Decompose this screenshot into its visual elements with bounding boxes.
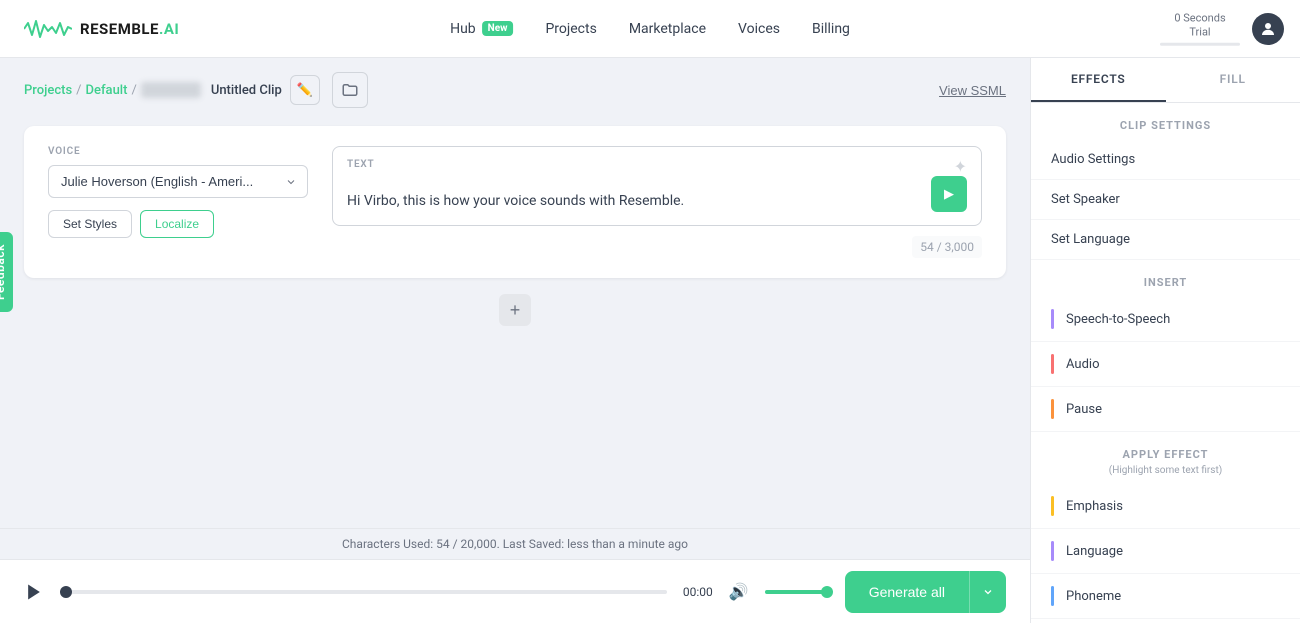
text-label: TEXT (347, 159, 967, 170)
time-display: 00:00 (683, 585, 713, 599)
breadcrumb-clip-name: Untitled Clip (211, 83, 282, 98)
generate-btn-wrapper: Generate all (845, 571, 1006, 613)
play-button[interactable] (24, 582, 44, 602)
settings-items-list: Audio Settings Set Speaker Set Language (1031, 140, 1300, 260)
trial-bar (1160, 43, 1240, 46)
emphasis-accent (1051, 496, 1054, 516)
volume-icon[interactable]: 🔊 (729, 582, 749, 601)
text-content[interactable]: Hi Virbo, this is how your voice sounds … (347, 191, 919, 212)
text-box: TEXT ✦ Hi Virbo, this is how your voice … (332, 146, 982, 226)
progress-thumb (60, 586, 72, 598)
insert-title: INSERT (1031, 260, 1300, 297)
voice-label: VOICE (48, 146, 308, 157)
trial-info: 0 Seconds Trial (1160, 11, 1240, 46)
breadcrumb-sep2: / (131, 83, 136, 98)
nav-hub[interactable]: Hub New (450, 21, 513, 37)
folder-button[interactable] (332, 72, 368, 108)
panel-item-language[interactable]: Language (1031, 529, 1300, 574)
nav-projects[interactable]: Projects (545, 21, 596, 37)
breadcrumb-left: Projects / Default / Untitled Clip ✏️ (24, 72, 368, 108)
nav-voices[interactable]: Voices (738, 21, 780, 37)
tab-fill[interactable]: FILL (1166, 58, 1300, 102)
user-avatar[interactable] (1252, 13, 1284, 45)
phoneme-accent (1051, 586, 1054, 606)
logo-wave-icon (24, 17, 72, 41)
breadcrumb: Projects / Default / Untitled Clip (24, 82, 282, 98)
scroll-area: VOICE Julie Hoverson (English - Ameri...… (0, 122, 1030, 528)
panel-item-audio[interactable]: Audio (1031, 342, 1300, 387)
volume-track[interactable] (765, 590, 829, 594)
breadcrumb-blurred (141, 82, 201, 98)
status-bar: Characters Used: 54 / 20,000. Last Saved… (0, 528, 1030, 559)
clip-top: VOICE Julie Hoverson (English - Ameri...… (48, 146, 982, 258)
panel-item-set-language[interactable]: Set Language (1031, 220, 1300, 260)
main-wrapper: Projects / Default / Untitled Clip ✏️ Vi… (0, 58, 1300, 623)
breadcrumb-bar: Projects / Default / Untitled Clip ✏️ Vi… (0, 58, 1030, 122)
audio-accent (1051, 354, 1054, 374)
logo: RESEMBLE.AI (24, 17, 179, 41)
logo-text: RESEMBLE.AI (80, 20, 179, 38)
add-clip-button[interactable]: + (499, 294, 531, 326)
panel-item-audio-settings[interactable]: Audio Settings (1031, 140, 1300, 180)
player-bar: 00:00 🔊 Generate all (0, 559, 1030, 623)
voice-select[interactable]: Julie Hoverson (English - Ameri... (48, 165, 308, 198)
breadcrumb-default[interactable]: Default (86, 83, 128, 98)
feedback-tab[interactable]: Feedback (0, 232, 13, 312)
generate-dropdown-button[interactable] (969, 571, 1006, 613)
speech-to-speech-accent (1051, 309, 1054, 329)
play-clip-button[interactable] (931, 176, 967, 212)
apply-effect-subtitle: (Highlight some text first) (1031, 465, 1300, 484)
volume-thumb (821, 586, 833, 598)
right-panel: EFFECTS FILL CLIP SETTINGS Audio Setting… (1030, 58, 1300, 623)
nav-center: Hub New Projects Marketplace Voices Bill… (450, 21, 850, 37)
voice-section: VOICE Julie Hoverson (English - Ameri...… (48, 146, 308, 238)
top-navigation: RESEMBLE.AI Hub New Projects Marketplace… (0, 0, 1300, 58)
panel-item-speech-to-speech[interactable]: Speech-to-Speech (1031, 297, 1300, 342)
panel-item-phoneme[interactable]: Phoneme (1031, 574, 1300, 619)
voice-buttons: Set Styles Localize (48, 210, 308, 238)
nav-billing[interactable]: Billing (812, 21, 850, 37)
insert-items-list: Speech-to-Speech Audio Pause (1031, 297, 1300, 432)
content-area: Projects / Default / Untitled Clip ✏️ Vi… (0, 58, 1030, 623)
tab-effects[interactable]: EFFECTS (1031, 58, 1166, 102)
char-count: 54 / 3,000 (912, 236, 982, 258)
breadcrumb-sep1: / (76, 83, 81, 98)
language-accent (1051, 541, 1054, 561)
text-content-row: Hi Virbo, this is how your voice sounds … (347, 176, 967, 212)
set-styles-button[interactable]: Set Styles (48, 210, 132, 238)
edit-clip-name-button[interactable]: ✏️ (290, 75, 320, 105)
clip-card: VOICE Julie Hoverson (English - Ameri...… (24, 126, 1006, 278)
hub-new-badge: New (482, 21, 514, 36)
panel-item-emphasis[interactable]: Emphasis (1031, 484, 1300, 529)
progress-track[interactable] (60, 590, 667, 594)
panel-item-prosody[interactable]: Prosody (1031, 619, 1300, 623)
pause-accent (1051, 399, 1054, 419)
apply-items-list: Emphasis Language Phoneme Prosody Say ea… (1031, 484, 1300, 623)
panel-item-pause[interactable]: Pause (1031, 387, 1300, 432)
breadcrumb-projects[interactable]: Projects (24, 83, 72, 98)
generate-all-button[interactable]: Generate all (845, 571, 969, 613)
star-icon: ✦ (954, 157, 967, 176)
panel-tabs: EFFECTS FILL (1031, 58, 1300, 103)
nav-marketplace[interactable]: Marketplace (629, 21, 706, 37)
panel-item-set-speaker[interactable]: Set Speaker (1031, 180, 1300, 220)
text-section: TEXT ✦ Hi Virbo, this is how your voice … (332, 146, 982, 258)
localize-button[interactable]: Localize (140, 210, 214, 238)
clip-settings-title: CLIP SETTINGS (1031, 103, 1300, 140)
view-ssml-button[interactable]: View SSML (939, 83, 1006, 98)
apply-effect-title: APPLY EFFECT (1031, 432, 1300, 465)
